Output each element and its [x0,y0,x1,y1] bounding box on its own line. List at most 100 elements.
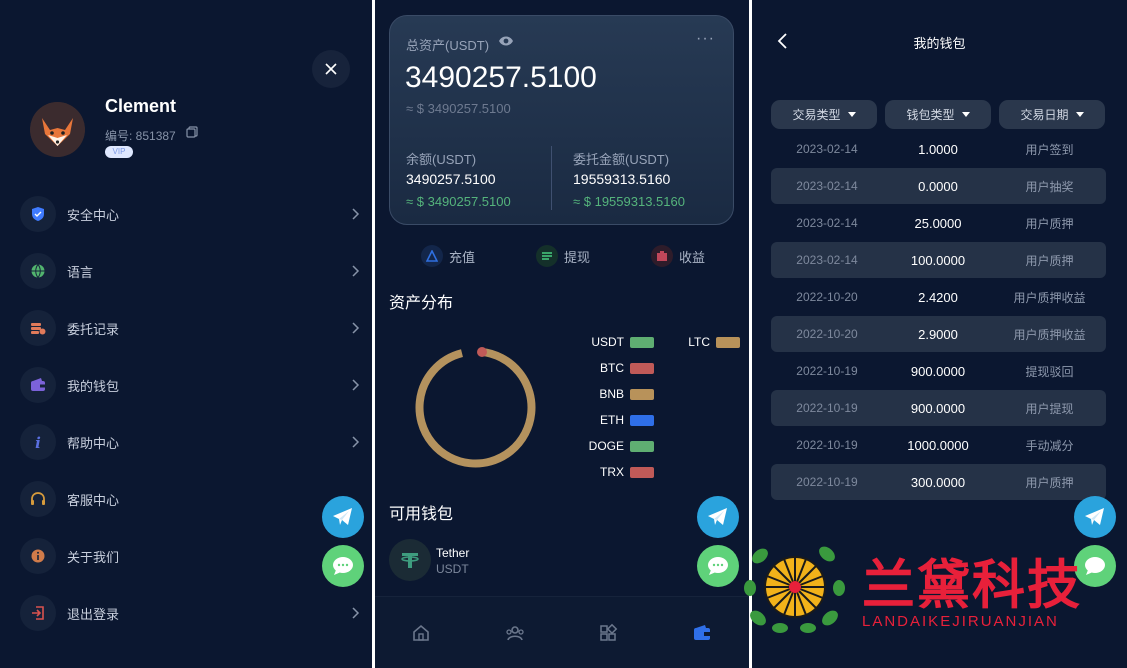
chevron-right-icon [352,265,360,277]
users-icon[interactable] [505,623,525,643]
menu-item[interactable]: 语言 [20,252,360,290]
balance-approx: ≈ $ 3490257.5100 [406,194,511,209]
chat-bubble-icon [1085,557,1105,575]
withdraw-label: 提现 [564,249,591,265]
user-name: Clement [105,96,177,116]
deposit-button[interactable]: 充值 [421,244,475,268]
menu-item-label: 委托记录 [67,321,120,337]
legend-label: USDT [591,335,624,349]
apps-icon[interactable] [598,623,618,643]
earnings-button[interactable]: 收益 [651,244,705,268]
balance-value: 3490257.5100 [406,171,496,187]
close-button[interactable] [312,50,350,88]
legend-swatch [630,466,654,478]
more-icon[interactable]: ··· [696,30,715,48]
earnings-icon [651,245,673,267]
menu-item[interactable]: 退出登录 [20,594,360,632]
legend-label: ETH [600,413,624,427]
legend-label: BTC [600,361,624,375]
legend-swatch [716,336,740,348]
legend-item: DOGE [582,439,654,453]
chat-button[interactable] [697,545,739,587]
row-amount: 25.0000 [914,215,962,231]
page-title: 我的钱包 [913,36,966,51]
row-type: 手动减分 [1025,438,1074,453]
globe-icon [20,253,56,289]
menu-item[interactable]: 我的钱包 [20,366,360,404]
transaction-row[interactable]: 2022-10-19 300.0000 用户质押 [771,464,1106,500]
filter-label: 交易类型 [792,108,841,122]
menu-item-label: 退出登录 [67,606,120,622]
filter-wallet-type[interactable]: 钱包类型 [885,100,991,129]
home-icon[interactable] [411,623,431,643]
row-date: 2023-02-14 [796,179,858,193]
telegram-button[interactable] [1074,496,1116,538]
info-italic-icon: i [20,424,56,460]
transaction-row[interactable]: 2023-02-14 100.0000 用户质押 [771,242,1106,278]
legend-item: ETH [582,413,654,427]
transaction-row[interactable]: 2023-02-14 25.0000 用户质押 [771,205,1106,241]
menu-item[interactable]: 关于我们 [20,537,360,575]
row-type: 用户提现 [1025,401,1074,416]
filter-transaction-type[interactable]: 交易类型 [771,100,877,129]
tether-icon [389,539,431,581]
card-divider [551,146,552,210]
entrust-value: 19559313.5160 [573,171,671,187]
avatar [30,102,85,157]
row-date: 2023-02-14 [796,253,858,267]
menu-item[interactable]: 安全中心 [20,195,360,233]
chevron-right-icon [352,436,360,448]
telegram-icon [333,508,352,525]
transaction-row[interactable]: 2022-10-19 1000.0000 手动减分 [771,427,1106,463]
caret-down-icon [847,112,856,117]
row-amount: 100.0000 [910,252,966,268]
row-type: 用户抽奖 [1025,179,1074,194]
withdraw-button[interactable]: 提现 [536,244,590,268]
chat-button[interactable] [322,545,364,587]
menu-item-label: 客服中心 [67,492,120,508]
menu-item[interactable]: i 帮助中心 [20,423,360,461]
legend-item: BTC [582,361,654,375]
legend-swatch [630,414,654,426]
row-type: 用户质押 [1025,253,1074,268]
row-date: 2023-02-14 [796,216,858,230]
transaction-row[interactable]: 2023-02-14 1.0000 用户签到 [771,131,1106,167]
telegram-button[interactable] [697,496,739,538]
row-date: 2022-10-19 [796,438,858,452]
legend-item: USDT [582,335,654,349]
filter-transaction-date[interactable]: 交易日期 [999,100,1105,129]
transaction-row[interactable]: 2022-10-19 900.0000 用户提现 [771,390,1106,426]
filter-label: 交易日期 [1020,108,1069,122]
legend-label: BNB [599,387,624,401]
menu-item[interactable]: 客服中心 [20,480,360,518]
deposit-label: 充值 [449,249,476,265]
wallet-icon [20,367,56,403]
transaction-row[interactable]: 2023-02-14 0.0000 用户抽奖 [771,168,1106,204]
telegram-button[interactable] [322,496,364,538]
legend-label: DOGE [588,439,624,453]
transaction-row[interactable]: 2022-10-20 2.4200 用户质押收益 [771,279,1106,315]
earnings-label: 收益 [679,249,706,265]
transaction-row[interactable]: 2022-10-20 2.9000 用户质押收益 [771,316,1106,352]
chevron-right-icon [352,379,360,391]
ring-arc [415,347,536,468]
menu-item[interactable]: 委托记录 [20,309,360,347]
telegram-icon [708,508,727,525]
chat-bubble-icon [333,557,353,575]
legend-item: LTC [668,335,740,349]
row-amount: 900.0000 [910,400,966,416]
transaction-row[interactable]: 2022-10-19 900.0000 提现驳回 [771,353,1106,389]
asset-ring-chart [415,347,536,468]
menu-item-label: 语言 [67,264,94,280]
eye-icon[interactable] [498,35,514,47]
row-type: 用户签到 [1025,142,1074,157]
total-asset-card: 总资产(USDT) ··· 3490257.5100 ≈ $ 3490257.5… [389,15,734,225]
coin-symbol: USDT [436,562,469,576]
distribution-title: 资产分布 [389,295,454,312]
wallet-icon[interactable] [692,623,712,643]
row-amount: 300.0000 [910,474,966,490]
ring-marker [477,347,487,357]
row-type: 用户质押收益 [1013,290,1086,305]
copy-icon[interactable] [186,126,198,138]
records-icon [20,310,56,346]
